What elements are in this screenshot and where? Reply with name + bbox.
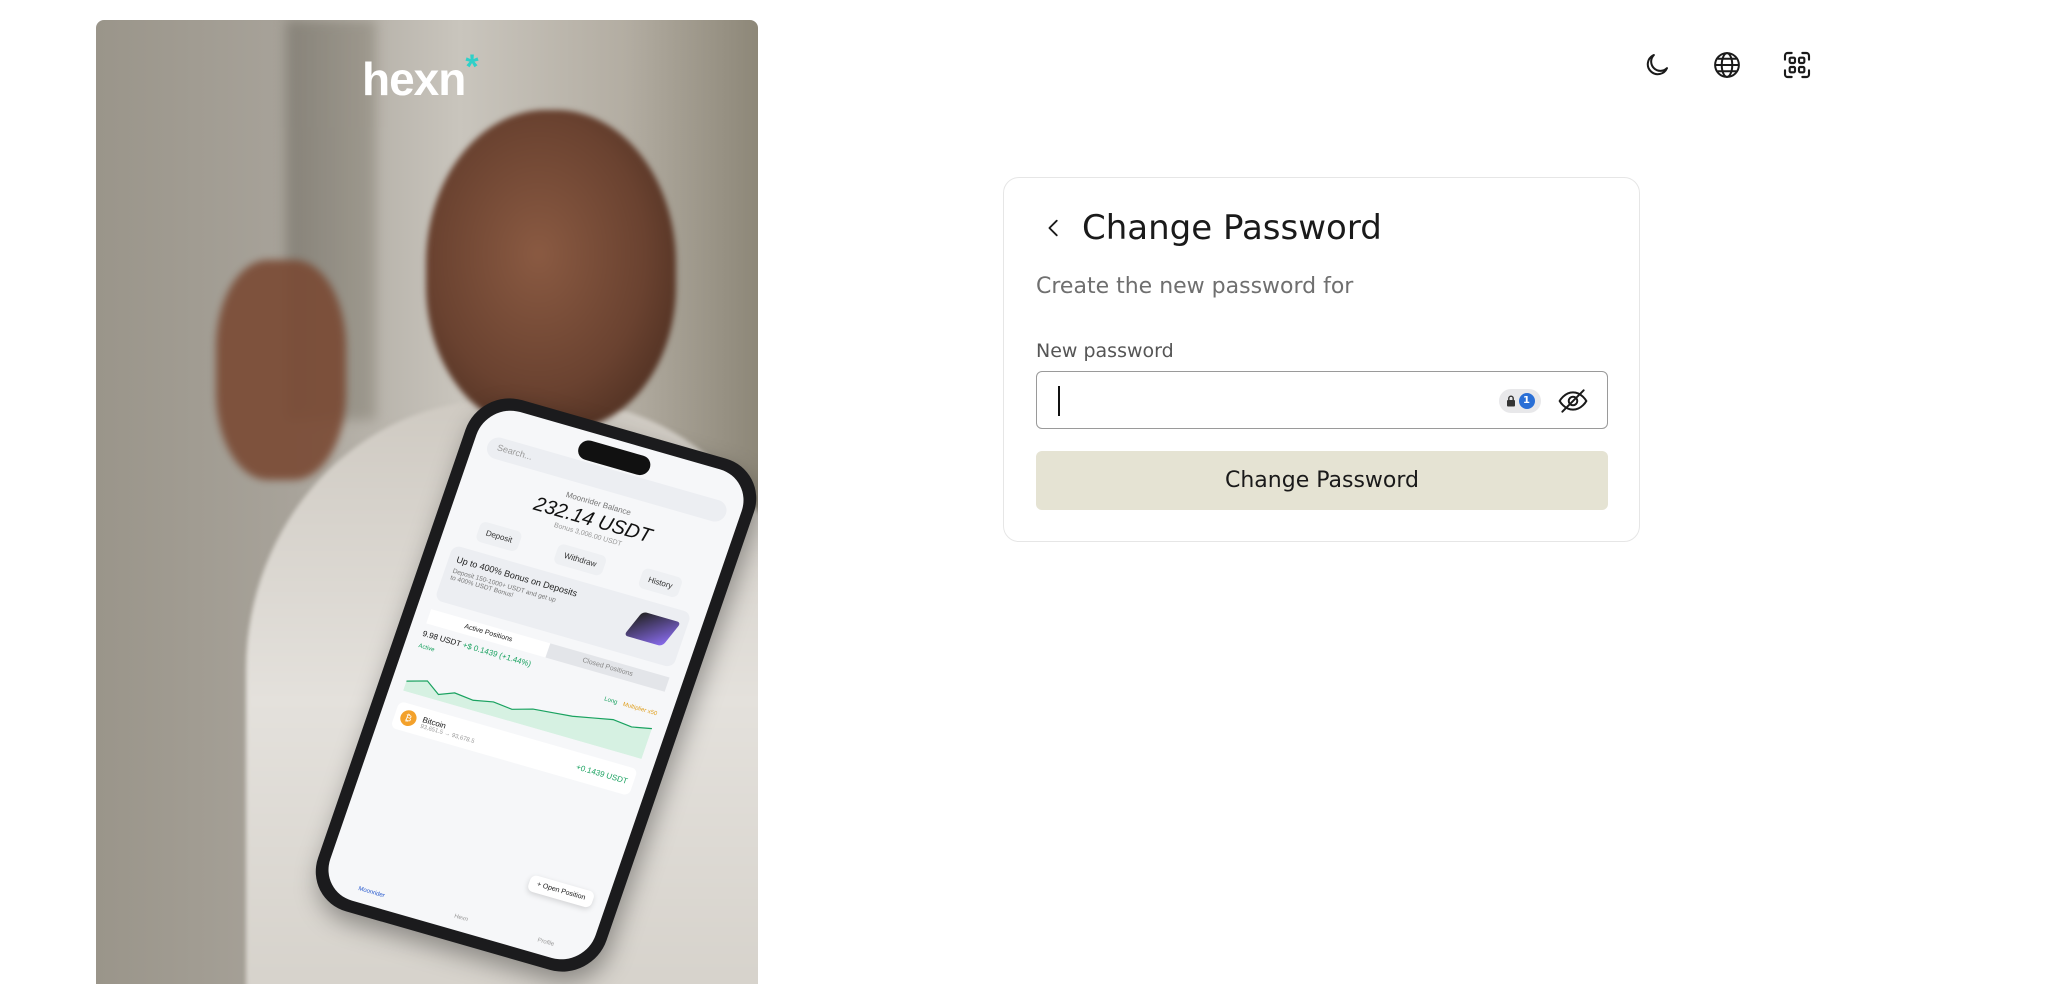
brand-logo-mark: * xyxy=(465,48,478,86)
phone-coin-gain: +0.1439 USDT xyxy=(575,762,630,786)
phone-open-position-label: Open Position xyxy=(541,882,587,902)
new-password-label: New password xyxy=(1036,340,1174,362)
scan-icon xyxy=(1783,51,1811,79)
back-button[interactable] xyxy=(1036,210,1072,246)
change-password-button[interactable]: Change Password xyxy=(1036,451,1608,510)
chevron-left-icon xyxy=(1048,219,1058,237)
password-manager-icon: 1 xyxy=(1518,393,1535,409)
text-caret xyxy=(1058,386,1060,416)
person-hand xyxy=(216,260,346,480)
brand-logo: hexn* xyxy=(362,48,479,106)
new-password-input[interactable] xyxy=(1055,380,1475,420)
bitcoin-icon: ₿ xyxy=(398,708,419,728)
person-head xyxy=(426,110,676,430)
change-password-card: Change Password Create the new password … xyxy=(1003,177,1640,542)
eye-off-icon xyxy=(1558,389,1588,413)
phone-promo-arrow-icon xyxy=(623,611,682,647)
theme-toggle-button[interactable] xyxy=(1640,48,1674,82)
phone-open-position: + Open Position xyxy=(526,874,596,909)
phone-nav-profile: Profile xyxy=(536,937,555,948)
page-title: Change Password xyxy=(1082,208,1382,248)
phone-nav-moonrider: Moonrider xyxy=(357,886,386,900)
header-icons xyxy=(1640,48,1814,82)
globe-icon xyxy=(1714,52,1740,78)
toggle-password-visibility-button[interactable] xyxy=(1557,385,1589,417)
phone-action-history: History xyxy=(637,567,684,599)
new-password-field[interactable]: 1 xyxy=(1036,371,1608,429)
brand-logo-text: hexn xyxy=(362,53,466,105)
lock-icon xyxy=(1506,395,1515,407)
moon-icon xyxy=(1646,54,1668,76)
phone-action-deposit: Deposit xyxy=(474,520,524,553)
language-button[interactable] xyxy=(1710,48,1744,82)
phone-status: Active xyxy=(417,643,436,654)
password-manager-button[interactable]: 1 xyxy=(1499,389,1541,413)
card-header: Change Password xyxy=(1036,208,1382,248)
hero-image: hexn* Search... Moonrider Balance 232.14… xyxy=(96,20,758,984)
qr-scan-button[interactable] xyxy=(1780,48,1814,82)
phone-action-withdraw: Withdraw xyxy=(553,543,608,577)
form-subtitle: Create the new password for xyxy=(1036,274,1354,299)
phone-tag-long: Long xyxy=(603,696,619,706)
phone-nav-hexn: Hexn xyxy=(453,913,469,924)
